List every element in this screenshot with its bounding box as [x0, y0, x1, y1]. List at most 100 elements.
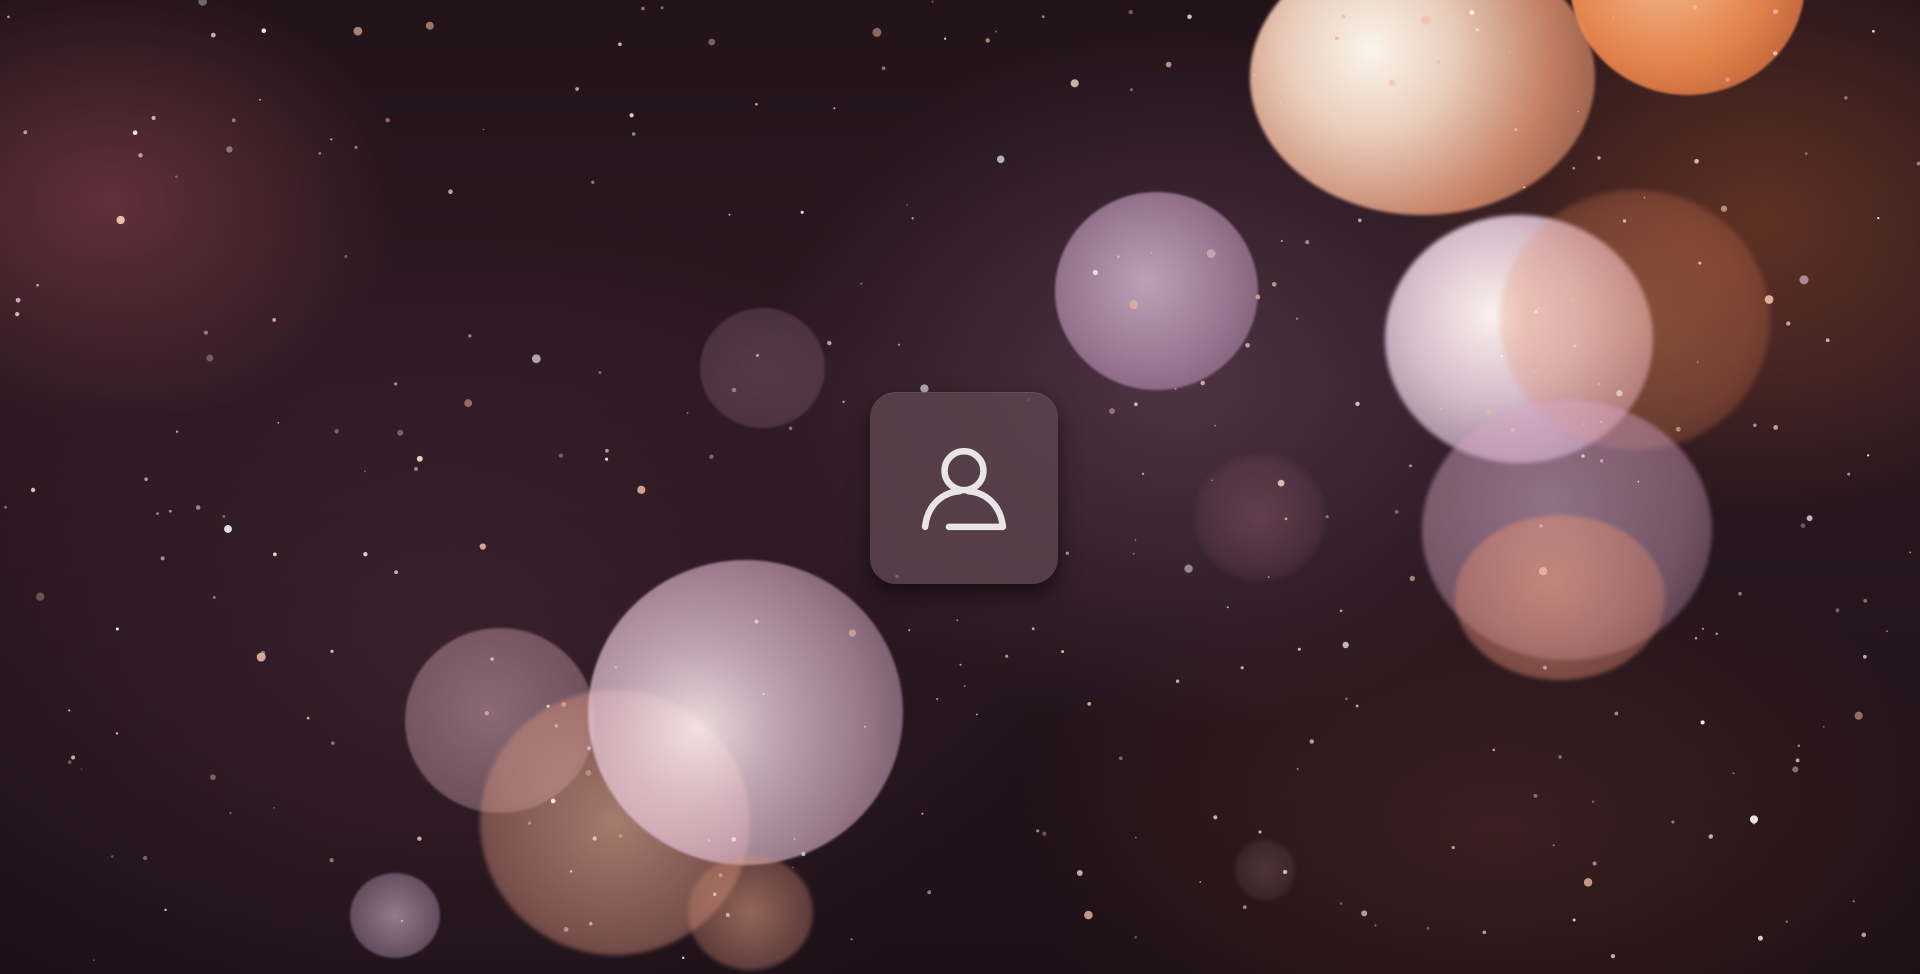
sparkle-particle [1847, 472, 1851, 476]
sparkle-particle [755, 102, 758, 106]
sparkle-particle [1863, 598, 1868, 603]
sparkle-particle [931, 0, 934, 3]
sparkle-particle [959, 663, 962, 666]
sparkle-particle [1245, 342, 1250, 348]
sparkle-particle [1389, 79, 1396, 87]
sparkle-particle [1700, 720, 1705, 725]
sparkle-particle [468, 334, 472, 338]
sparkle-particle [168, 509, 172, 513]
sparkle-particle [397, 429, 404, 436]
sparkle-particle [1612, 16, 1615, 19]
sparkle-particle [864, 725, 866, 728]
sparkle-particle [1885, 630, 1888, 633]
sparkle-particle [1092, 269, 1098, 276]
sparkle-particle [833, 107, 836, 110]
sparkle-particle [842, 400, 845, 404]
sparkle-particle [1510, 427, 1515, 432]
sparkle-particle [1165, 61, 1172, 68]
sparkle-particle [1426, 926, 1430, 930]
sparkle-particle [707, 839, 711, 842]
sparkle-particle [1214, 424, 1217, 427]
sparkle-particle [277, 422, 280, 424]
sparkle-particle [908, 629, 911, 631]
sparkle-particle [1031, 627, 1035, 631]
sparkle-particle [550, 798, 556, 804]
sparkle-particle [561, 702, 567, 707]
sparkle-particle [1542, 665, 1548, 670]
sparkle-particle [1134, 539, 1137, 541]
sparkle-particle [1132, 552, 1135, 555]
sparkle-particle [1701, 627, 1705, 631]
sparkle-particle [1785, 920, 1789, 923]
sparkle-particle [484, 710, 489, 716]
sparkle-particle [1501, 355, 1503, 358]
sparkle-particle [1592, 861, 1597, 866]
sparkle-particle [4, 505, 7, 509]
user-avatar-button[interactable] [870, 392, 1058, 584]
sparkle-particle [1296, 767, 1299, 770]
sparkle-particle [1792, 766, 1799, 773]
sparkle-particle [1482, 930, 1487, 935]
sparkle-particle [71, 755, 76, 760]
sparkle-particle [1692, 4, 1698, 10]
sparkle-particle [728, 213, 731, 216]
sparkle-particle [1041, 15, 1045, 19]
sparkle-particle [416, 455, 423, 462]
sparkle-particle [1342, 641, 1349, 649]
sparkle-particle [1597, 156, 1601, 160]
sparkle-particle [1552, 844, 1555, 847]
sparkle-particle [1797, 744, 1801, 748]
sparkle-particle [224, 525, 232, 533]
sparkle-particle [1720, 205, 1728, 212]
sparkle-particle [1409, 575, 1416, 582]
sparkle-particle [68, 709, 71, 712]
sparkle-particle [448, 189, 453, 194]
sparkle-particle [1184, 564, 1193, 573]
sparkle-particle [394, 570, 398, 575]
sparkle-particle [1200, 380, 1205, 386]
sparkle-particle [175, 430, 179, 433]
sparkle-particle [1696, 361, 1699, 364]
sparkle-particle [138, 153, 143, 158]
sparkle-particle [1361, 910, 1368, 917]
sparkle-particle [682, 956, 685, 959]
sparkle-particle [906, 204, 908, 206]
sparkle-particle [1174, 387, 1177, 390]
sparkle-particle [385, 117, 390, 123]
sparkle-particle [203, 330, 208, 335]
sparkle-particle [1591, 800, 1595, 803]
sparkle-particle [1597, 382, 1600, 386]
sparkle-particle [1355, 401, 1360, 407]
sparkle-particle [943, 37, 947, 40]
sparkle-particle [1076, 870, 1083, 876]
sparkle-particle [210, 774, 216, 781]
sparkle-particle [1240, 666, 1244, 670]
sparkle-particle [1116, 255, 1120, 259]
user-icon [921, 448, 1007, 531]
sparkle-particle [927, 890, 932, 895]
sparkle-particle [479, 543, 486, 550]
sparkle-particle [30, 487, 36, 493]
sparkle-particle [686, 411, 689, 414]
sparkle-particle [1581, 454, 1585, 458]
sparkle-particle [1523, 186, 1526, 189]
sparkle-particle [788, 426, 793, 431]
sparkle-particle [1752, 822, 1756, 825]
sparkle-particle [1795, 758, 1800, 763]
lock-screen [0, 0, 1920, 974]
sparkle-particle [1558, 755, 1562, 759]
sparkle-particle [1773, 425, 1779, 430]
sparkle-particle [1844, 96, 1848, 100]
sparkle-particle [334, 429, 339, 434]
sparkle-particle [762, 692, 765, 696]
sparkle-particle [1514, 128, 1518, 131]
sparkle-particle [1355, 704, 1359, 708]
sparkle-particle [976, 713, 978, 716]
sparkle-particle [226, 146, 233, 153]
sparkle-particle [115, 627, 119, 631]
sparkle-particle [1764, 295, 1774, 304]
sparkle-particle [35, 592, 45, 601]
sparkle-particle [531, 354, 541, 364]
sparkle-particle [563, 927, 569, 932]
sparkle-particle [413, 466, 419, 472]
